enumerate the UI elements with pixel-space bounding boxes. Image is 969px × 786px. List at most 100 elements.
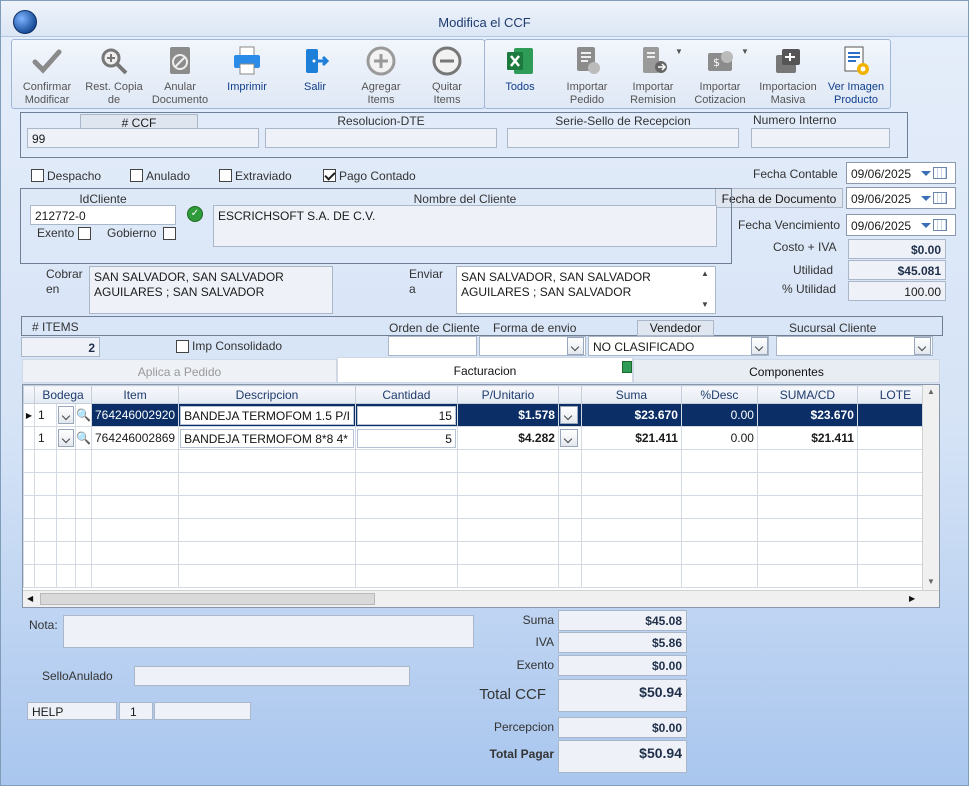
percepcion-field: $0.00 [558,717,687,738]
id-cliente-label: IdCliente [79,192,127,206]
restore-copy-button[interactable]: Rest. Copia de [83,45,145,107]
bodega-dropdown-icon[interactable] [58,429,74,447]
calendar-icon[interactable] [933,192,947,204]
fecha-contable-label: Fecha Contable [753,167,838,181]
pago-contado-checkbox[interactable] [323,169,336,182]
vendedor-dropdown-icon[interactable] [751,337,768,355]
scroll-left-icon[interactable]: ◀ [27,594,33,603]
orden-cliente-label: Orden de Cliente [389,321,480,335]
consolidated-checkbox[interactable] [176,340,189,353]
enviar-label-2: a [409,282,416,296]
col-item[interactable]: Item [90,385,180,404]
orden-cliente-field[interactable] [388,336,477,356]
scroll-thumb[interactable] [40,593,375,605]
print-button[interactable]: Imprimir [217,45,277,94]
cobrar-address-field[interactable]: SAN SALVADOR, SAN SALVADOR AGUILARES ; S… [89,266,333,314]
scroll-down-icon[interactable]: ▼ [701,300,709,309]
total-ccf-field: $50.94 [558,679,687,712]
vendedor-select[interactable]: NO CLASIFICADO [588,336,769,356]
internal-number-label: Numero Interno [753,113,837,127]
forma-envio-dropdown-icon[interactable] [567,337,584,355]
col-bodega[interactable]: Bodega [34,385,92,404]
grid-horizontal-scrollbar[interactable]: ◀ ▶ [23,590,939,607]
exento-total-label: Exento [516,658,554,672]
col-suma[interactable]: Suma [580,385,682,404]
tab-aplica-pedido[interactable]: Aplica a Pedido [22,359,337,383]
help-number-field: 1 [119,702,153,720]
calendar-icon[interactable] [933,167,947,179]
sello-anulado-field[interactable] [134,666,410,686]
sello-anulado-label: SelloAnulado [42,669,113,683]
window-title: Modifica el CCF [438,15,531,30]
resolution-field[interactable] [265,128,497,148]
remission-dropdown-icon[interactable]: ▼ [675,47,683,56]
table-row[interactable]: ▶ 1 🔍 764246002920 BANDEJA TERMOFOM 1.5 … [23,403,934,427]
sucursal-select[interactable] [776,336,933,356]
fecha-documento-arrow-icon[interactable] [921,196,931,201]
cancel-document-button[interactable]: Anular Documento [149,45,211,107]
sucursal-dropdown-icon[interactable] [914,337,931,355]
search-icon[interactable]: 🔍 [75,426,92,450]
tab-facturacion[interactable]: Facturacion [337,357,633,383]
svg-text:$: $ [713,56,720,69]
internal-number-field[interactable] [751,128,890,148]
id-cliente-field[interactable]: 212772-0 [30,205,176,225]
enviar-address-field[interactable]: SAN SALVADOR, SAN SALVADOR AGUILARES ; S… [456,266,716,314]
add-items-button[interactable]: Agregar Items [351,45,411,107]
fecha-vencimiento-label: Fecha Vencimiento [738,218,841,232]
scroll-up-icon[interactable]: ▲ [701,269,709,278]
ccf-number-field[interactable]: 99 [27,128,259,148]
fecha-contable-arrow-icon[interactable] [921,171,931,176]
quote-dropdown-icon[interactable]: ▼ [741,47,749,56]
grid-vertical-scrollbar[interactable]: ▲ ▼ [922,385,939,590]
price-dropdown-icon[interactable] [559,406,578,424]
calendar-icon[interactable] [933,219,947,231]
export-icon[interactable] [622,361,632,373]
col-desc[interactable]: %Desc [680,385,758,404]
pago-contado-label: Pago Contado [339,169,416,183]
import-remission-button[interactable]: Importar Remision [623,45,683,107]
bodega-dropdown-icon[interactable] [58,406,74,424]
col-sumacd[interactable]: SUMA/CD [756,385,858,404]
suma-label: Suma [522,613,554,627]
enviar-label-1: Enviar [409,267,444,281]
anulado-label: Anulado [146,169,191,183]
exit-button[interactable]: Salir [285,45,345,94]
despacho-checkbox[interactable] [31,169,44,182]
items-grid: Bodega Item Descripcion Cantidad P/Unita… [22,384,940,608]
gobierno-checkbox[interactable] [163,227,176,240]
exit-door-icon [306,49,330,73]
utilidad-field: $45.081 [848,260,946,280]
seal-field[interactable] [507,128,739,148]
minus-circle-icon [432,46,462,76]
remove-items-button[interactable]: Quitar Items [417,45,477,107]
export-all-button[interactable]: Todos [491,45,549,94]
tab-componentes[interactable]: Componentes [633,359,940,383]
scroll-right-icon[interactable]: ▶ [909,594,915,603]
total-pagar-label: Total Pagar [489,747,554,761]
col-descripcion[interactable]: Descripcion [178,385,356,404]
scroll-down-icon[interactable]: ▼ [927,577,935,586]
fecha-documento-label: Fecha de Documento [715,188,843,208]
confirm-button[interactable]: Confirmar Modificar [17,45,77,107]
fecha-vencimiento-arrow-icon[interactable] [921,223,931,228]
mass-import-button[interactable]: Importacion Masiva [757,45,819,107]
utilidad-label: Utilidad [793,263,834,277]
client-name-field[interactable]: ESCRICHSOFT S.A. DE C.V. [213,205,717,247]
table-row[interactable]: 1 🔍 764246002869 BANDEJA TERMOFOM 8*8 4*… [23,426,934,450]
col-punitario[interactable]: P/Unitario [456,385,559,404]
exento-total-field: $0.00 [558,655,687,676]
checkmark-icon [32,49,62,74]
price-dropdown-icon[interactable] [559,429,578,447]
col-cantidad[interactable]: Cantidad [354,385,458,404]
exento-checkbox[interactable] [78,227,91,240]
help-field: HELP [27,702,117,720]
view-image-button[interactable]: Ver Imagen Producto [825,45,887,107]
plus-circle-icon [366,46,396,76]
scroll-up-icon[interactable]: ▲ [927,387,935,396]
import-order-button[interactable]: Importar Pedido [557,45,617,107]
extraviado-checkbox[interactable] [219,169,232,182]
search-icon[interactable]: 🔍 [75,403,92,427]
anulado-checkbox[interactable] [130,169,143,182]
client-verified-icon[interactable]: ✓ [187,206,203,222]
